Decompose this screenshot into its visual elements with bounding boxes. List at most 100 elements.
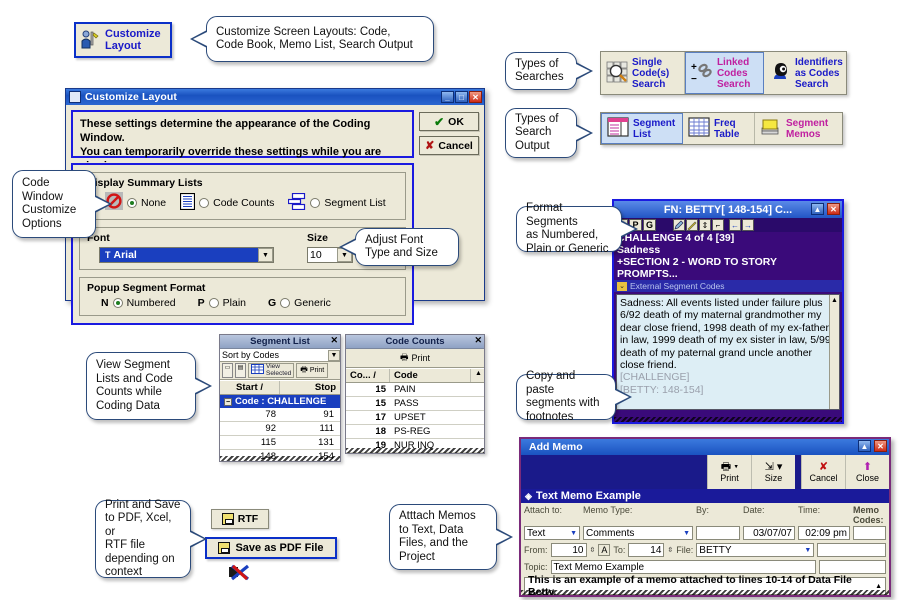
expand-icon[interactable]: ⇕ [699,219,711,231]
maximize-button[interactable]: □ [455,91,468,103]
external-segment-codes-bar[interactable]: ⌄ External Segment Codes [614,280,842,292]
table-row[interactable]: 15 PASS [346,397,484,411]
topic-field[interactable]: Text Memo Example [550,560,816,574]
close-icon[interactable]: ✕ [330,335,338,346]
font-combo[interactable]: T Arial ▼ [99,247,274,263]
radio-numbered[interactable] [112,298,123,308]
table-row[interactable]: 78 91 [220,408,340,422]
column-code[interactable]: Code [390,369,471,382]
close-button[interactable]: ✕ [874,440,887,452]
format-key-g[interactable]: G [643,219,656,231]
linked-codes-search-button[interactable]: + − Linked Codes Search [684,52,764,94]
chevron-down-icon[interactable]: ▼ [683,530,690,537]
column-stop[interactable]: Stop [280,381,340,394]
date-field[interactable]: 03/07/07 [743,526,795,540]
option-code-counts[interactable]: Code Counts [180,192,274,213]
code-counts-print-button[interactable]: 🖶 Print [346,349,484,368]
hammer-icon[interactable] [686,219,698,231]
segment-memos-button[interactable]: Segment Memos [755,113,841,144]
size-button[interactable]: ⇲ ▾ Size [751,455,795,489]
single-codes-search-button[interactable]: Single Code(s) Search [601,52,685,94]
callout-line: Customize [22,204,77,216]
restore-button[interactable]: ▲ [858,440,871,452]
spinner-icon[interactable]: ⇳ [667,546,673,554]
rtf-button[interactable]: RTF [211,509,269,529]
spinner-icon[interactable]: ⇳ [590,546,596,554]
option-numbered[interactable]: N Numbered [101,297,176,309]
print-button[interactable]: 🖶 ▾ Print [707,455,751,489]
option-plain[interactable]: P Plain [198,297,246,309]
identifiers-as-codes-search-button[interactable]: Identifiers as Codes Search [764,52,846,94]
close-button[interactable]: ⬆ Close [845,455,889,489]
restore-button[interactable]: ▲ [811,203,824,215]
by-field[interactable] [696,526,740,540]
table-row[interactable]: 115 131 [220,436,340,450]
column-start[interactable]: Start / [220,381,280,394]
memo-code-field-1[interactable] [853,526,886,540]
vertical-scrollbar[interactable]: ▲ [829,295,839,409]
callout-line: Types of [515,112,559,125]
scroll-up-icon[interactable]: ▲ [875,583,882,590]
memo-code-field-3[interactable] [818,560,886,574]
chevron-down-icon[interactable]: ▼ [328,349,340,361]
option-segment-list[interactable]: Segment List [288,192,386,213]
bracket-icon[interactable]: ⌐ [712,219,724,231]
code-counts-title: Code Counts [385,336,445,347]
close-button[interactable]: ✕ [469,91,482,103]
memo-title: Add Memo [529,441,583,453]
close-button[interactable]: ✕ [827,203,840,215]
to-field[interactable]: 14 [628,543,665,557]
option-generic[interactable]: G Generic [268,297,331,309]
freq-table-button[interactable]: Freq Table [683,113,755,144]
segment-list-output-button[interactable]: Segment List [601,113,683,144]
table-row[interactable]: 15 PAIN [346,383,484,397]
view-selected-button[interactable]: View Selected [248,363,295,378]
callout-print-and-save: Print and Save to PDF, Xcel, or RTF file… [95,499,207,578]
print-button[interactable]: 🖶 Print [296,363,329,378]
radio-segment-list[interactable] [310,197,321,208]
radio-generic[interactable] [280,298,291,308]
radio-code-counts[interactable] [199,197,210,208]
chevron-down-icon[interactable]: ▼ [570,530,577,537]
from-flag-button[interactable]: A [598,544,611,556]
memo-type-select[interactable]: Comments ▼ [583,526,693,540]
attach-to-select[interactable]: Text ▼ [524,526,580,540]
expand-all-icon[interactable]: ▤ [235,363,246,378]
radio-plain[interactable] [208,298,219,308]
attach-to-value: Text [527,527,546,539]
minimize-button[interactable]: _ [441,91,454,103]
prev-arrow-icon[interactable]: ← [729,219,741,231]
save-as-pdf-button[interactable]: Save as PDF File [205,537,337,559]
segment-body-text: Sadness: All events listed under failure… [616,294,840,410]
chevron-down-icon[interactable]: ▼ [804,547,811,554]
sort-asc-icon[interactable]: ▲ [471,369,484,382]
memo-header-label: Text Memo Example [535,490,641,502]
pen-icon[interactable] [673,219,685,231]
collapse-icon[interactable]: − [224,397,232,406]
chevron-down-icon[interactable]: ▼ [258,248,273,262]
next-arrow-icon[interactable]: → [742,219,754,231]
time-field[interactable]: 02:09 pm [798,526,850,540]
option-none[interactable]: None [105,192,166,213]
option-label: Segment List [324,196,386,209]
ok-button[interactable]: ✔ OK [419,112,479,131]
resize-icon: ⇲ ▾ [764,461,783,473]
from-field[interactable]: 10 [550,543,587,557]
memo-code-field-2[interactable] [817,543,886,557]
callout-customize-screen-layouts: Customize Screen Layouts: Code, Code Boo… [190,16,434,62]
segment-group-row[interactable]: − Code : CHALLENGE [220,395,340,408]
cancel-button[interactable]: ✘ Cancel [419,136,479,155]
table-row[interactable]: 18 PS-REG [346,425,484,439]
customize-layout-button[interactable]: Customize Layout [74,22,172,58]
file-select[interactable]: BETTY ▼ [696,543,815,557]
cancel-button[interactable]: ✘ Cancel [801,455,845,489]
print-label: Print [411,353,430,363]
radio-none[interactable] [127,197,137,208]
table-row[interactable]: 17 UPSET [346,411,484,425]
xcel-icon[interactable] [228,563,250,581]
sort-by-combo[interactable]: Sort by Codes ▼ [220,349,340,362]
close-icon[interactable]: ✕ [474,335,482,346]
collapse-all-icon[interactable]: ▭ [222,363,233,378]
table-row[interactable]: 92 111 [220,422,340,436]
column-count[interactable]: Co... / [346,369,390,382]
